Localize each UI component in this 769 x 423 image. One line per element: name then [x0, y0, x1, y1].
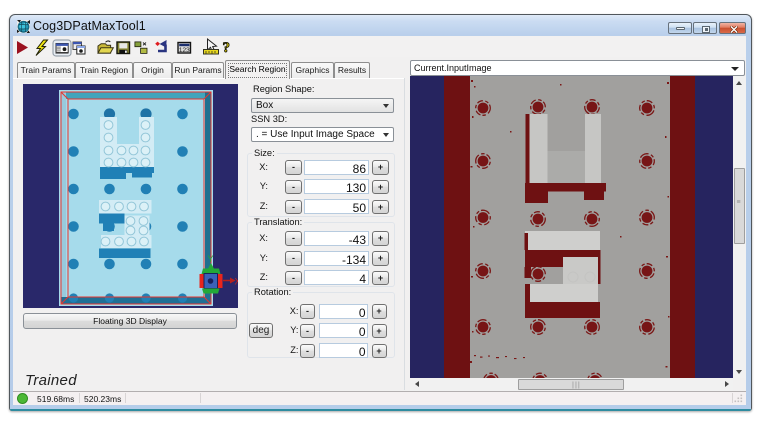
svg-text:123: 123 — [179, 47, 190, 54]
svg-text:?: ? — [223, 40, 231, 56]
svg-text:X: X — [235, 277, 239, 287]
svg-text:Y: Y — [208, 254, 214, 264]
